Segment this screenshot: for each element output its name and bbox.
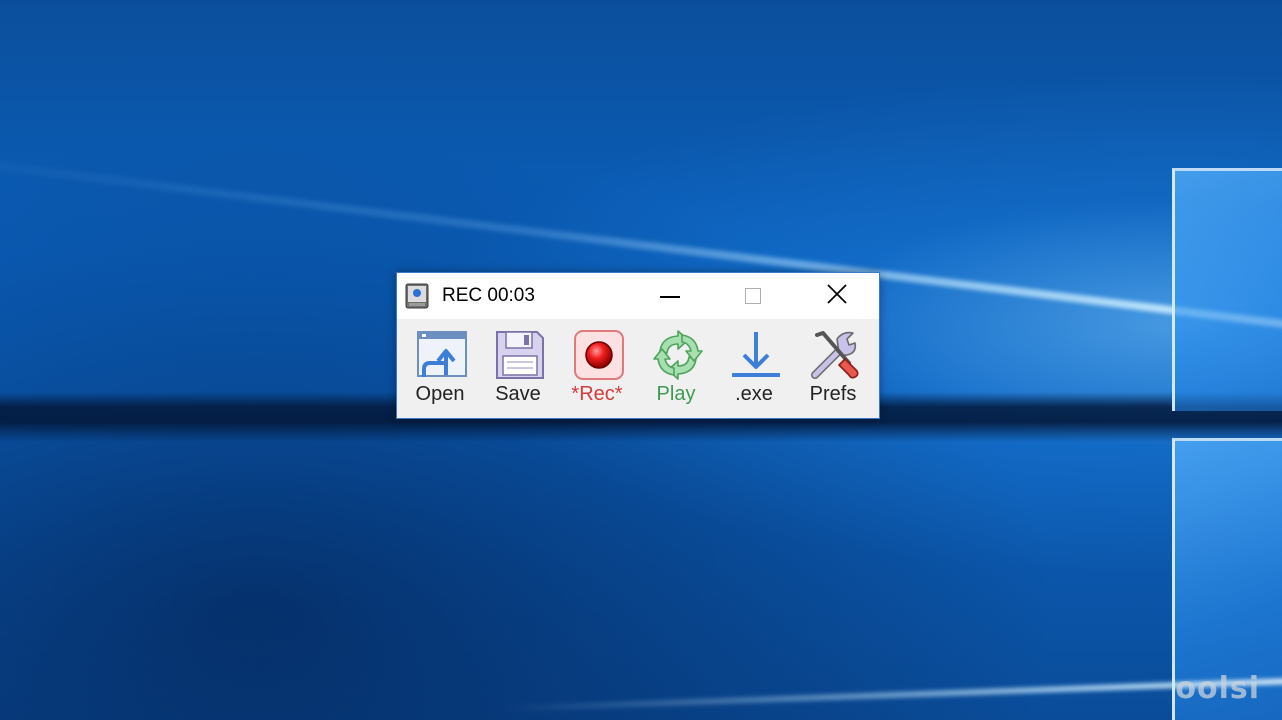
minimize-button[interactable]	[630, 273, 710, 319]
replay-arrows-icon	[652, 329, 704, 381]
record-icon	[573, 329, 625, 381]
maximize-icon	[745, 288, 761, 304]
minimize-icon	[660, 296, 680, 298]
play-button[interactable]: Play	[638, 329, 714, 413]
export-exe-button[interactable]: .exe	[716, 329, 792, 413]
record-label: *Rec*	[571, 383, 623, 405]
open-button[interactable]: Open	[402, 329, 478, 413]
download-arrow-icon	[730, 329, 782, 381]
open-folder-icon	[416, 329, 468, 381]
title-bar[interactable]: REC 00:03	[397, 273, 879, 319]
record-button[interactable]: *Rec*	[559, 329, 635, 413]
exe-label: .exe	[735, 383, 773, 405]
recorder-app-icon[interactable]	[405, 283, 429, 309]
preferences-button[interactable]: Prefs	[795, 329, 871, 413]
toolbar: Open Save *Rec* Play .exe Prefs	[397, 319, 879, 418]
close-button[interactable]	[797, 273, 877, 319]
play-label: Play	[656, 383, 696, 405]
wallpaper-light-beam-bottom	[500, 674, 1282, 712]
save-label: Save	[495, 383, 541, 405]
tools-wrench-screwdriver-icon	[809, 329, 861, 381]
floppy-disk-icon	[494, 329, 546, 381]
maximize-button[interactable]	[713, 273, 793, 319]
open-label: Open	[415, 383, 465, 405]
prefs-label: Prefs	[809, 383, 857, 405]
recorder-window: REC 00:03 Open Save *Rec* Play .exe Pref…	[396, 272, 880, 419]
save-button[interactable]: Save	[480, 329, 556, 413]
window-title: REC 00:03	[442, 285, 535, 306]
close-icon	[827, 283, 847, 309]
wallpaper-window-pane-top	[1172, 168, 1282, 411]
watermark-logo: oolsi	[1175, 671, 1260, 706]
